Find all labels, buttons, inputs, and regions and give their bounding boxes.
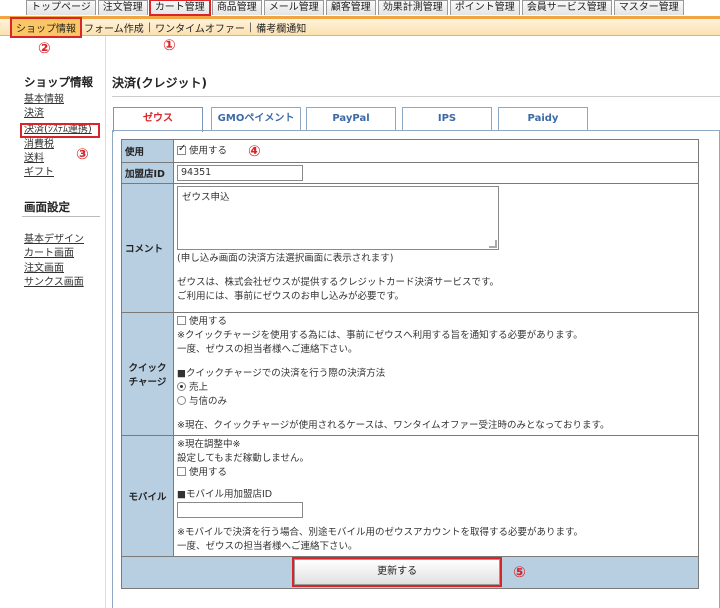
radio-auth-only[interactable] [177,396,186,405]
quick-use-row: 使用する [177,315,695,329]
quick-note-2: 一度、ゼウスの担当者様へご連絡下さい。 [177,344,358,355]
label-mobile: モバイル [121,435,174,557]
row-quick-charge: クイック チャージ 使用する ※クイックチャージを使用する為には、事前にゼウスへ… [121,312,699,436]
cell-submit: 更新する ⑤ [121,556,699,589]
row-comment: コメント ゼウス申込 (申し込み画面の決済方法選択画面に表示されます) ゼウスは… [121,183,699,313]
nav-tab-cart[interactable]: カート管理 [148,0,211,16]
mobile-note-1: ※モバイルで決済を行う場合、別途モバイル用のゼウスアカウントを取得する必要があり… [177,527,584,538]
cell-quick-charge: 使用する ※クイックチャージを使用する為には、事前にゼウスへ利用する旨を通知する… [173,312,699,436]
row-use: 使用 使用する ④ [121,139,699,163]
settings-table: 使用 使用する ④ 加盟店ID 94351 コメント ゼウス申込 (申し込み画面… [121,139,699,589]
sidebar-link-order-screen[interactable]: 注文画面 [24,263,64,275]
comment-hint: (申し込み画面の決済方法選択画面に表示されます) [177,253,394,264]
comment-desc-1: ゼウスは、株式会社ゼウスが提供するクレジットカード決済サービスです。 [177,277,500,288]
merchant-id-input[interactable]: 94351 [177,165,303,181]
subnav-shop-info[interactable]: ショップ情報 [10,16,82,38]
quick-option-sales-row: 売上 [177,381,695,395]
quick-charge-checkbox[interactable] [177,316,186,325]
sidebar-link-base-design[interactable]: 基本デザイン [24,234,84,246]
subnav-form-builder[interactable]: フォーム作成 [80,20,148,35]
row-submit: 更新する ⑤ [121,556,699,589]
radio-auth-only-label: 与信のみ [189,396,228,407]
annotation-marker-5: ⑤ [513,562,526,581]
tab-zeus[interactable]: ゼウス [113,107,203,132]
cell-use: 使用する ④ [173,139,699,163]
settings-panel: 使用 使用する ④ 加盟店ID 94351 コメント ゼウス申込 (申し込み画面… [112,130,720,608]
quick-charge-checkbox-label: 使用する [189,316,228,327]
tab-ips[interactable]: IPS [402,107,492,130]
payment-provider-tabs: ゼウス GMOペイメント PayPal IPS Paidy [112,107,720,132]
top-navigation: トップページ 注文管理 カート管理 商品管理 メール管理 顧客管理 効果計測管理… [0,0,720,16]
sidebar-link-gift[interactable]: ギフト [24,167,54,179]
label-merchant-id: 加盟店ID [121,162,174,184]
cell-mobile: ※現在調整中※ 設定してもまだ稼動しません。 使用する ■モバイル用加盟店ID … [173,435,699,557]
nav-tab-top[interactable]: トップページ [26,0,96,15]
nav-tab-products[interactable]: 商品管理 [211,0,262,15]
sub-navigation: ショップ情報 フォーム作成 | ワンタイムオファー | 備考欄通知 [0,16,720,38]
sidebar-link-basic-info[interactable]: 基本情報 [24,94,64,106]
tab-gmo-payment[interactable]: GMOペイメント [211,107,301,130]
comment-desc-2: ご利用には、事前にゼウスのお申し込みが必要です。 [177,291,405,302]
subnav-remarks-notice[interactable]: 備考欄通知 [252,20,310,35]
quick-option-auth-row: 与信のみ [177,395,695,409]
nav-tab-points[interactable]: ポイント管理 [449,0,520,15]
tab-paidy[interactable]: Paidy [498,107,588,130]
update-button[interactable]: 更新する [292,557,503,587]
row-merchant-id: 加盟店ID 94351 [121,162,699,184]
sidebar-link-cart-screen[interactable]: カート画面 [24,248,74,260]
label-quick-charge-line2: チャージ [128,377,167,388]
mobile-note-2: 一度、ゼウスの担当者様へご連絡下さい。 [177,541,358,552]
mobile-status-1: ※現在調整中※ [177,439,241,450]
tab-paypal[interactable]: PayPal [306,107,396,130]
annotation-marker-3: ③ [76,145,89,163]
main-content: 決済(クレジット) ゼウス GMOペイメント PayPal IPS Paidy … [112,36,720,608]
mobile-merchant-id-input[interactable] [177,502,303,518]
use-checkbox[interactable] [177,143,186,155]
mobile-status-2: 設定してもまだ稼動しません。 [177,453,309,464]
use-checkbox-label: 使用する [189,145,228,157]
label-quick-charge: クイック チャージ [121,312,174,436]
sidebar: ショップ情報 基本情報 決済 決済(ｼｽﾃﾑ連携) 消費税 送料 ギフト 画面設… [0,36,106,608]
mobile-checkbox-label: 使用する [189,467,228,478]
sidebar-link-payment[interactable]: 決済 [24,108,44,120]
sidebar-shop-heading: ショップ情報 [24,75,93,89]
radio-sales-label: 売上 [189,382,209,393]
row-mobile: モバイル ※現在調整中※ 設定してもまだ稼動しません。 使用する ■モバイル用加… [121,435,699,557]
mobile-use-row: 使用する [177,466,695,480]
mobile-id-title: ■モバイル用加盟店ID [177,489,273,500]
radio-sales[interactable] [177,382,186,391]
label-comment: コメント [121,183,174,313]
sidebar-link-thanks-screen[interactable]: サンクス画面 [24,277,84,289]
subnav-onetime-offer[interactable]: ワンタイムオファー [151,20,249,35]
sidebar-link-tax[interactable]: 消費税 [24,139,54,151]
cell-merchant-id: 94351 [173,162,699,184]
resize-grip-icon[interactable] [489,240,497,248]
annotation-marker-4: ④ [248,142,261,160]
sidebar-link-shipping[interactable]: 送料 [24,153,44,165]
nav-tab-master[interactable]: マスター管理 [613,0,684,15]
quick-note-1: ※クイックチャージを使用する為には、事前にゼウスへ利用する旨を通知する必要があり… [177,330,583,341]
sidebar-screen-heading: 画面設定 [24,200,70,214]
nav-tab-mail[interactable]: メール管理 [263,0,324,15]
label-quick-charge-line1: クイック [128,363,167,374]
nav-tab-member-services[interactable]: 会員サービス管理 [521,0,612,15]
comment-textarea[interactable]: ゼウス申込 [177,186,499,250]
nav-tab-customers[interactable]: 顧客管理 [325,0,376,15]
comment-text: ゼウス申込 [182,192,230,203]
title-divider [112,96,720,97]
sidebar-highlight-box [20,123,100,138]
quick-note-3: ※現在、クイックチャージが使用されるケースは、ワンタイムオファー受注時のみとなっ… [177,420,610,431]
page-title: 決済(クレジット) [112,76,207,90]
quick-method-title: ■クイックチャージでの決済を行う際の決済方法 [177,368,386,379]
nav-tab-analytics[interactable]: 効果計測管理 [377,0,448,15]
nav-tab-orders[interactable]: 注文管理 [97,0,148,15]
mobile-checkbox[interactable] [177,467,186,476]
cell-comment: ゼウス申込 (申し込み画面の決済方法選択画面に表示されます) ゼウスは、株式会社… [173,183,699,313]
label-use: 使用 [121,139,174,163]
sidebar-divider [22,216,100,217]
